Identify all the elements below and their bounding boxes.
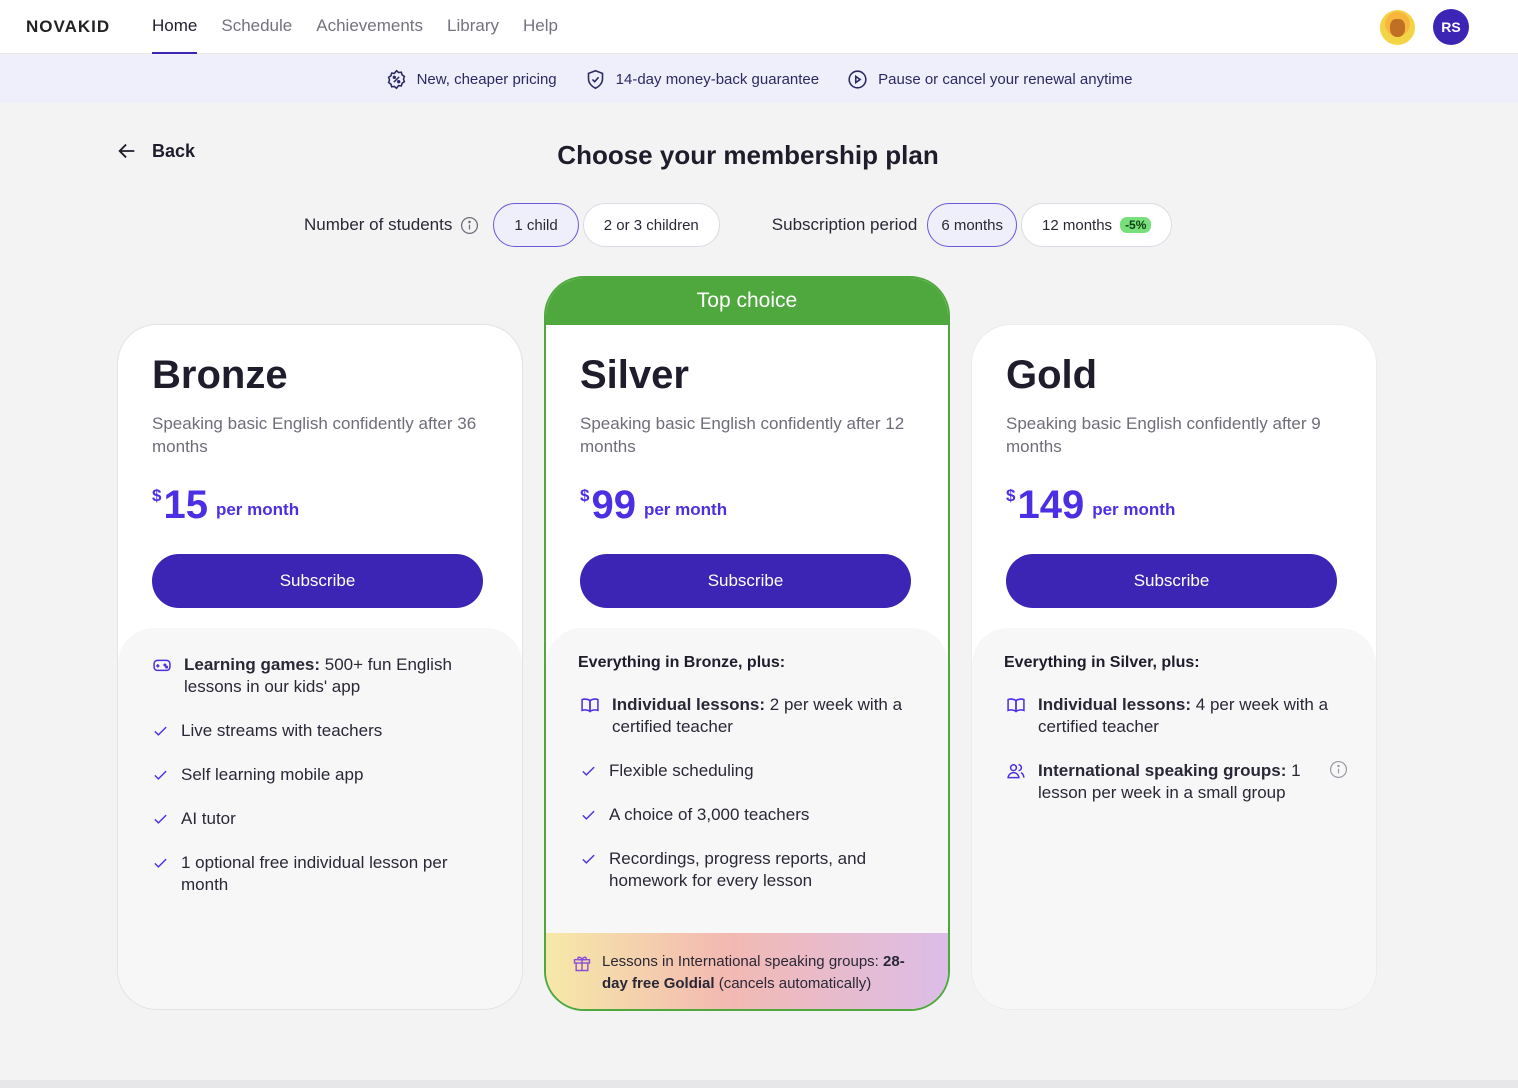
- promo-banner: Lessons in International speaking groups…: [546, 933, 948, 1009]
- nav-achievements[interactable]: Achievements: [316, 0, 423, 54]
- plan-price: $ 149 per month: [1006, 482, 1342, 528]
- feature-item: Individual lessons: 4 per week with a ce…: [1006, 694, 1344, 738]
- feature-item: A choice of 3,000 teachers: [580, 804, 916, 826]
- plan-price: $ 15 per month: [152, 482, 488, 528]
- check-icon: [580, 848, 597, 870]
- nav-help[interactable]: Help: [523, 0, 558, 54]
- plan-card-silver: Top choice Silver Speaking basic English…: [544, 276, 950, 1011]
- feature-item: Recordings, progress reports, and homewo…: [580, 848, 916, 892]
- subscribe-button-silver[interactable]: Subscribe: [580, 554, 911, 608]
- features-intro: Everything in Bronze, plus:: [578, 654, 786, 671]
- benefit-pause-label: Pause or cancel your renewal anytime: [878, 70, 1133, 88]
- period-option-6-months[interactable]: 6 months: [927, 203, 1018, 247]
- page-footer-edge: [0, 1080, 1518, 1088]
- plan-name: Silver: [580, 353, 689, 397]
- features-intro: Everything in Silver, plus:: [1004, 654, 1200, 671]
- feature-item: 1 optional free individual lesson per mo…: [152, 852, 490, 896]
- check-icon: [152, 808, 169, 830]
- feature-text: AI tutor: [181, 809, 236, 828]
- feature-text: Individual lessons: 2 per week with a ce…: [612, 695, 903, 736]
- feature-item: Flexible scheduling: [580, 760, 916, 782]
- info-icon[interactable]: [460, 216, 479, 235]
- discount-badge: -5%: [1120, 217, 1152, 233]
- check-icon: [152, 720, 169, 742]
- plan-name: Bronze: [152, 353, 288, 397]
- check-icon: [152, 852, 169, 874]
- period-option-12-months-label: 12 months: [1042, 216, 1113, 234]
- plan-features: Everything in Bronze, plus: Individual l…: [546, 628, 948, 933]
- price-currency: $: [152, 486, 162, 505]
- feature-item: Learning games: 500+ fun English lessons…: [152, 654, 490, 698]
- feature-item: International speaking groups: 1 lesson …: [1006, 760, 1348, 804]
- child-avatar[interactable]: [1380, 10, 1415, 45]
- feature-text: Learning games: 500+ fun English lessons…: [184, 655, 452, 696]
- plan-filters: Number of students 1 child 2 or 3 childr…: [304, 203, 1173, 247]
- nav-library[interactable]: Library: [447, 0, 499, 54]
- feature-text: Individual lessons: 4 per week with a ce…: [1038, 695, 1329, 736]
- price-period: per month: [1092, 500, 1176, 519]
- book-icon: [580, 694, 600, 716]
- check-icon: [152, 764, 169, 786]
- group-icon: [1006, 760, 1026, 782]
- feature-item: Self learning mobile app: [152, 764, 490, 786]
- benefits-strip: New, cheaper pricing 14-day money-back g…: [0, 55, 1518, 103]
- price-amount: 15: [163, 483, 208, 527]
- benefit-guarantee: 14-day money-back guarantee: [585, 69, 819, 90]
- top-choice-badge: Top choice: [546, 278, 948, 325]
- price-amount: 99: [591, 483, 636, 527]
- book-icon: [1006, 694, 1026, 716]
- subscribe-button-gold[interactable]: Subscribe: [1006, 554, 1337, 608]
- top-navigation-bar: NOVAKID Home Schedule Achievements Libra…: [0, 0, 1518, 54]
- subscribe-button-bronze[interactable]: Subscribe: [152, 554, 483, 608]
- main-nav: Home Schedule Achievements Library Help: [152, 0, 558, 54]
- plan-description: Speaking basic English confidently after…: [152, 414, 477, 456]
- benefit-pricing-label: New, cheaper pricing: [416, 70, 557, 88]
- nav-schedule[interactable]: Schedule: [221, 0, 292, 54]
- plan-card-bronze: Bronze Speaking basic English confidentl…: [117, 324, 523, 1010]
- promo-text: Lessons in International speaking groups…: [602, 953, 905, 992]
- price-period: per month: [215, 500, 300, 519]
- play-circle-icon: [848, 69, 867, 89]
- feature-item: Live streams with teachers: [152, 720, 490, 742]
- gamepad-icon: [152, 654, 172, 676]
- benefit-guarantee-label: 14-day money-back guarantee: [615, 70, 820, 88]
- check-icon: [580, 804, 597, 826]
- feature-text: Live streams with teachers: [181, 721, 383, 740]
- nav-home[interactable]: Home: [152, 0, 198, 54]
- feature-text: Self learning mobile app: [181, 765, 364, 784]
- plan-price: $ 99 per month: [580, 482, 914, 528]
- feature-text: International speaking groups: 1 lesson …: [1038, 761, 1301, 802]
- plan-features: Learning games: 500+ fun English lessons…: [118, 628, 522, 1009]
- period-option-12-months[interactable]: 12 months -5%: [1021, 203, 1173, 247]
- feature-item: AI tutor: [152, 808, 490, 830]
- feature-item: Individual lessons: 2 per week with a ce…: [580, 694, 916, 738]
- feature-text: 1 optional free individual lesson per mo…: [181, 853, 448, 894]
- novakid-logo[interactable]: NOVAKID: [26, 17, 110, 37]
- students-option-1-child[interactable]: 1 child: [493, 203, 579, 247]
- period-label: Subscription period: [771, 215, 918, 234]
- price-period: per month: [643, 500, 728, 519]
- plan-description: Speaking basic English confidently after…: [1006, 414, 1321, 456]
- page-title: Choose your membership plan: [557, 140, 939, 170]
- students-label: Number of students: [304, 215, 453, 234]
- gift-icon: [573, 956, 591, 972]
- plan-features: Everything in Silver, plus: Individual l…: [972, 628, 1376, 1009]
- plan-name: Gold: [1006, 353, 1098, 397]
- check-icon: [580, 760, 597, 782]
- price-currency: $: [580, 486, 590, 505]
- price-amount: 149: [1017, 483, 1085, 527]
- benefit-pricing: New, cheaper pricing: [386, 69, 557, 90]
- benefit-pause: Pause or cancel your renewal anytime: [847, 69, 1132, 90]
- price-currency: $: [1006, 486, 1016, 505]
- students-option-2-3-children[interactable]: 2 or 3 children: [582, 203, 720, 247]
- plan-description: Speaking basic English confidently after…: [580, 414, 905, 456]
- feature-text: Flexible scheduling: [609, 761, 754, 780]
- info-icon[interactable]: [1329, 760, 1348, 779]
- user-avatar[interactable]: RS: [1433, 9, 1469, 45]
- feature-text: Recordings, progress reports, and homewo…: [609, 849, 867, 890]
- plan-card-gold: Gold Speaking basic English confidently …: [971, 324, 1377, 1010]
- discount-badge-icon: [387, 69, 405, 89]
- feature-text: A choice of 3,000 teachers: [609, 805, 810, 824]
- shield-check-icon: [587, 69, 603, 89]
